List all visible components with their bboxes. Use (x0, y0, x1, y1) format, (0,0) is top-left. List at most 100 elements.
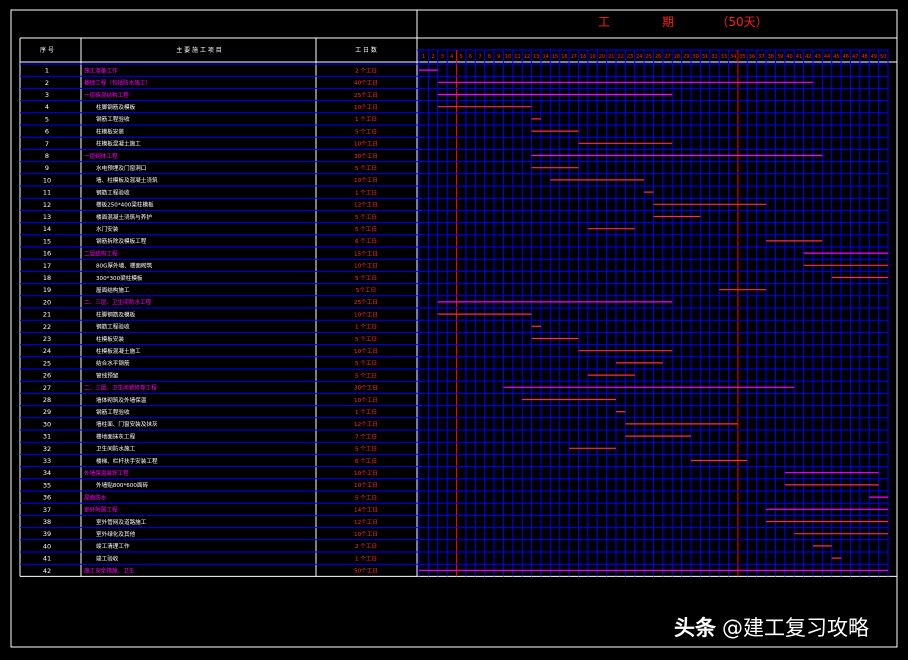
task-days: 5 个工日 (355, 336, 377, 343)
day-number: 32 (711, 54, 717, 60)
row-number: 35 (43, 481, 51, 489)
day-number: 30 (693, 54, 699, 60)
row-number: 7 (45, 140, 49, 148)
day-number: 7 (478, 54, 481, 60)
day-number: 2 (431, 54, 434, 60)
row-number: 13 (43, 213, 51, 221)
row-number: 31 (43, 433, 51, 441)
task-name: 基础工程（包括防水施工） (84, 79, 151, 87)
task-name: 室外管网及道路施工 (96, 518, 147, 526)
day-number: 22 (617, 54, 623, 60)
title-days: （50天） (716, 15, 767, 29)
row-number: 36 (43, 494, 51, 502)
row-number: 22 (43, 323, 51, 331)
header-days: 工 日 数 (355, 46, 377, 54)
task-days: 5 个工日 (355, 226, 377, 233)
row-number: 16 (43, 250, 51, 258)
day-number: 26 (655, 54, 661, 60)
task-days: 2 个工日 (355, 543, 377, 550)
day-number: 23 (627, 54, 633, 60)
row-number: 24 (43, 347, 51, 355)
day-number: 47 (852, 54, 858, 60)
row-number: 38 (43, 518, 51, 526)
task-name: 外墙保温装饰工程 (84, 469, 129, 477)
task-name: 水电预埋及门窗洞口 (96, 164, 146, 172)
task-name: 楼地面抹灰工程 (96, 432, 136, 440)
day-number: 11 (514, 54, 520, 60)
day-number: 8 (488, 54, 491, 60)
row-number: 29 (43, 408, 51, 416)
row-number: 26 (43, 372, 51, 380)
day-number: 48 (861, 54, 867, 60)
row-number: 2 (45, 79, 49, 87)
day-number: 10 (505, 54, 511, 60)
row-number: 17 (43, 262, 51, 270)
task-days: 7 个工日 (355, 433, 377, 440)
row-number: 3 (45, 91, 49, 99)
day-number: 18 (580, 54, 586, 60)
task-name: 一层砖混结构工程 (84, 91, 129, 99)
day-number: 1 (422, 54, 425, 60)
task-name: 钢筋工程验收 (96, 408, 130, 416)
day-number: 36 (749, 54, 755, 60)
day-number: 33 (721, 54, 727, 60)
row-number: 33 (43, 457, 51, 465)
row-number: 9 (45, 164, 49, 172)
row-number: 39 (43, 530, 51, 538)
task-days: 10个工日 (354, 482, 378, 489)
task-days: 5 个工日 (355, 446, 377, 453)
row-number: 41 (43, 555, 51, 563)
day-number: 29 (683, 54, 689, 60)
day-number: 49 (871, 54, 877, 60)
task-days: 2 个工日 (355, 67, 377, 74)
task-days: 50个工日 (354, 568, 378, 575)
day-number: 38 (768, 54, 774, 60)
row-number: 11 (43, 189, 51, 197)
day-number: 46 (843, 54, 849, 60)
day-number: 45 (833, 54, 839, 60)
task-name: 施工准备工作 (84, 66, 118, 74)
task-days: 10个工日 (354, 263, 378, 270)
task-name: 柱模板安装 (96, 335, 124, 343)
task-name: 钢筋工程验收 (96, 188, 130, 196)
day-number: 16 (561, 54, 567, 60)
task-days: 5 个工日 (355, 494, 377, 501)
row-number: 4 (45, 103, 49, 111)
day-number: 28 (674, 54, 680, 60)
day-number: 12 (524, 54, 530, 60)
day-number: 13 (533, 54, 539, 60)
task-name: 水门安装 (96, 225, 119, 233)
task-days: 5 个工日 (355, 372, 377, 379)
task-name: 二、三层、卫生间防水工程 (84, 298, 152, 306)
row-number: 8 (45, 152, 49, 160)
day-number: 31 (702, 54, 708, 60)
task-name: 竣工验收 (96, 554, 119, 562)
task-days: 10个工日 (354, 531, 378, 538)
row-number: 30 (43, 420, 51, 428)
row-number: 40 (43, 542, 51, 550)
row-number: 27 (43, 384, 51, 392)
day-number: 20 (599, 54, 605, 60)
watermark-brand: 头条 (674, 616, 716, 640)
task-name: 楼面混凝土浇筑与养护 (96, 213, 152, 221)
task-name: 柱模板混凝土施工 (96, 140, 141, 148)
task-name: 竣工清理工作 (96, 542, 130, 550)
task-name: 墙体砌筑及外墙保温 (96, 396, 147, 404)
canvas-background (0, 0, 908, 660)
day-number: 37 (758, 54, 764, 60)
title-qi: 期 (662, 15, 674, 29)
task-days: 6 个工日 (355, 458, 377, 465)
task-days: 25个工日 (354, 92, 378, 99)
task-name: 柱脚钢筋及模板 (96, 310, 136, 318)
task-days: 10个工日 (354, 177, 378, 184)
task-name: 钢筋工程验收 (96, 115, 130, 123)
row-number: 37 (43, 506, 51, 514)
day-number: 25 (646, 54, 652, 60)
day-number: 6 (469, 54, 472, 60)
task-name: 钢筋拆除及模板工程 (96, 237, 147, 245)
task-name: 室外绿化及其他 (96, 530, 136, 538)
task-days: 5 个工日 (355, 275, 377, 282)
row-number: 34 (43, 469, 51, 477)
task-days: 15个工日 (354, 250, 378, 257)
task-name: 施工安全措施、卫生 (84, 567, 135, 575)
